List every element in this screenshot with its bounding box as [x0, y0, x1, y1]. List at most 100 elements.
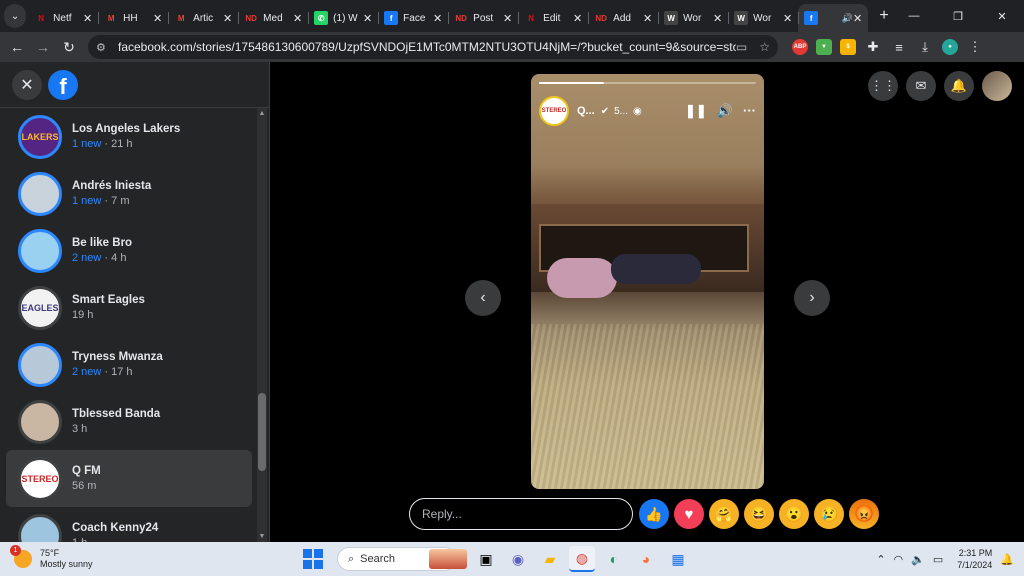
- bookmark-star-icon[interactable]: ☆: [759, 40, 770, 54]
- browser-tab[interactable]: ND Med ✕: [238, 4, 308, 32]
- browser-tab[interactable]: W Wor ✕: [728, 4, 798, 32]
- tab-search-button[interactable]: ⌄: [4, 4, 27, 28]
- firefox-icon[interactable]: ◕: [633, 546, 659, 572]
- edge-icon[interactable]: ◐: [601, 546, 627, 572]
- account-avatar[interactable]: [982, 71, 1012, 101]
- adblock-icon[interactable]: ABP: [792, 39, 808, 55]
- extensions: ABP ▼ $ ✚ ≡ ⤓ ● ⋮: [792, 39, 984, 55]
- reload-icon[interactable]: ↻: [56, 39, 82, 56]
- story-list-item[interactable]: Andrés Iniesta 1 new · 7 m: [6, 165, 252, 222]
- forward-icon[interactable]: →: [30, 39, 56, 55]
- story-list-item[interactable]: LAKERS Los Angeles Lakers 1 new · 21 h: [6, 108, 252, 165]
- notification-bell-icon[interactable]: 🔔: [1000, 553, 1014, 566]
- new-tab-button[interactable]: +: [876, 7, 892, 25]
- download-ext-icon[interactable]: ▼: [816, 39, 832, 55]
- tab-close-icon[interactable]: ✕: [853, 12, 862, 25]
- coupon-ext-icon[interactable]: $: [840, 39, 856, 55]
- love-reaction-icon[interactable]: ♥: [674, 499, 704, 529]
- url-text[interactable]: facebook.com/stories/175486130600789/Uzp…: [118, 40, 736, 54]
- tab-close-icon[interactable]: ✕: [153, 12, 162, 25]
- browser-tab[interactable]: M HH ✕: [98, 4, 168, 32]
- story-name: Tryness Mwanza: [72, 351, 163, 363]
- tab-close-icon[interactable]: ✕: [713, 12, 722, 25]
- tab-close-icon[interactable]: ✕: [223, 12, 232, 25]
- story-list-item[interactable]: Be like Bro 2 new · 4 h: [6, 222, 252, 279]
- story-list-item[interactable]: STEREO Q FM 56 m: [6, 450, 252, 507]
- volume-icon[interactable]: 🔊: [717, 103, 733, 119]
- tab-close-icon[interactable]: ✕: [503, 12, 512, 25]
- minimize-icon[interactable]: —: [892, 10, 936, 23]
- angry-reaction-icon[interactable]: 😡: [849, 499, 879, 529]
- browser-tab[interactable]: f 🔊 ✕: [798, 4, 869, 32]
- wow-reaction-icon[interactable]: 😮: [779, 499, 809, 529]
- close-stories-button[interactable]: ✕: [12, 69, 42, 100]
- download-icon[interactable]: ⤓: [916, 39, 934, 55]
- speaker-icon[interactable]: 🔈: [911, 553, 925, 566]
- more-options-icon[interactable]: ···: [743, 103, 756, 119]
- browser-tab[interactable]: f Face ✕: [378, 4, 448, 32]
- previous-story-button[interactable]: ‹: [465, 280, 501, 316]
- teams-icon[interactable]: ◉: [505, 546, 531, 572]
- browser-tab[interactable]: N Netf ✕: [28, 4, 98, 32]
- menu-grid-icon[interactable]: ⋮⋮: [868, 71, 898, 101]
- clock[interactable]: 2:31 PM 7/1/2024: [957, 547, 992, 571]
- tab-close-icon[interactable]: ✕: [433, 12, 442, 25]
- scroll-down-icon[interactable]: ▼: [257, 533, 267, 540]
- story-list-item[interactable]: Tblessed Banda 3 h: [6, 393, 252, 450]
- file-explorer-icon[interactable]: ▰: [537, 546, 563, 572]
- story-list-item[interactable]: EAGLES Smart Eagles 19 h: [6, 279, 252, 336]
- story-author-name[interactable]: Q...: [577, 105, 595, 117]
- chrome-icon[interactable]: ◍: [569, 546, 595, 572]
- story-list-item[interactable]: Tryness Mwanza 2 new · 17 h: [6, 336, 252, 393]
- sad-reaction-icon[interactable]: 😢: [814, 499, 844, 529]
- reading-list-icon[interactable]: ≡: [890, 40, 908, 55]
- facebook-logo[interactable]: f: [48, 69, 78, 100]
- tab-close-icon[interactable]: ✕: [643, 12, 652, 25]
- tab-close-icon[interactable]: ✕: [573, 12, 582, 25]
- cast-icon[interactable]: ▭: [736, 40, 747, 54]
- tab-close-icon[interactable]: ✕: [83, 12, 92, 25]
- story-list-item[interactable]: Coach Kenny241 h: [6, 507, 252, 542]
- task-view-icon[interactable]: ▣: [473, 546, 499, 572]
- extensions-puzzle-icon[interactable]: ✚: [864, 39, 882, 55]
- tab-close-icon[interactable]: ✕: [293, 12, 302, 25]
- next-story-button[interactable]: ›: [794, 280, 830, 316]
- browser-tab[interactable]: W Wor ✕: [658, 4, 728, 32]
- story-card[interactable]: STEREO Q... ✔ 5... ◉ ❚❚ 🔊 ···: [531, 74, 764, 489]
- tab-audio-icon[interactable]: 🔊: [842, 13, 853, 24]
- weather-widget[interactable]: 1 75°F Mostly sunny: [10, 545, 134, 570]
- pause-icon[interactable]: ❚❚: [685, 103, 707, 119]
- tab-title: Artic: [193, 12, 214, 24]
- tray-chevron-icon[interactable]: ⌃: [876, 553, 885, 566]
- like-reaction-icon[interactable]: 👍: [639, 499, 669, 529]
- care-reaction-icon[interactable]: 🤗: [709, 499, 739, 529]
- wifi-icon[interactable]: ◠: [894, 553, 904, 566]
- menu-kebab-icon[interactable]: ⋮: [966, 39, 984, 55]
- restore-icon[interactable]: ❐: [936, 10, 980, 23]
- sidebar-scrollbar[interactable]: ▲ ▼: [257, 108, 267, 542]
- tab-close-icon[interactable]: ✕: [783, 12, 792, 25]
- browser-tab[interactable]: ND Post ✕: [448, 4, 518, 32]
- close-window-icon[interactable]: ✕: [980, 10, 1024, 23]
- browser-tab[interactable]: ✆ (1) W ✕: [308, 4, 378, 32]
- haha-reaction-icon[interactable]: 😆: [744, 499, 774, 529]
- reply-input[interactable]: [409, 498, 633, 530]
- scrollbar-thumb[interactable]: [258, 393, 266, 471]
- site-info-icon[interactable]: ⚙: [96, 41, 112, 54]
- tab-title: Face: [403, 12, 426, 24]
- notifications-bell-icon[interactable]: 🔔: [944, 71, 974, 101]
- battery-icon[interactable]: ▭: [933, 553, 943, 566]
- scroll-up-icon[interactable]: ▲: [257, 110, 267, 117]
- verified-icon: ✔: [600, 105, 610, 117]
- windows-start-icon[interactable]: [303, 549, 323, 569]
- back-icon[interactable]: ←: [4, 39, 30, 55]
- tab-close-icon[interactable]: ✕: [363, 12, 372, 25]
- address-bar[interactable]: ⚙ facebook.com/stories/175486130600789/U…: [88, 35, 778, 59]
- story-author-avatar[interactable]: STEREO: [539, 96, 569, 126]
- browser-tab[interactable]: M Artic ✕: [168, 4, 238, 32]
- store-icon[interactable]: ▦: [665, 546, 691, 572]
- browser-tab[interactable]: ND Add ✕: [588, 4, 658, 32]
- browser-tab[interactable]: N Edit ✕: [518, 4, 588, 32]
- messenger-icon[interactable]: ✉: [906, 71, 936, 101]
- profile-avatar[interactable]: ●: [942, 39, 958, 55]
